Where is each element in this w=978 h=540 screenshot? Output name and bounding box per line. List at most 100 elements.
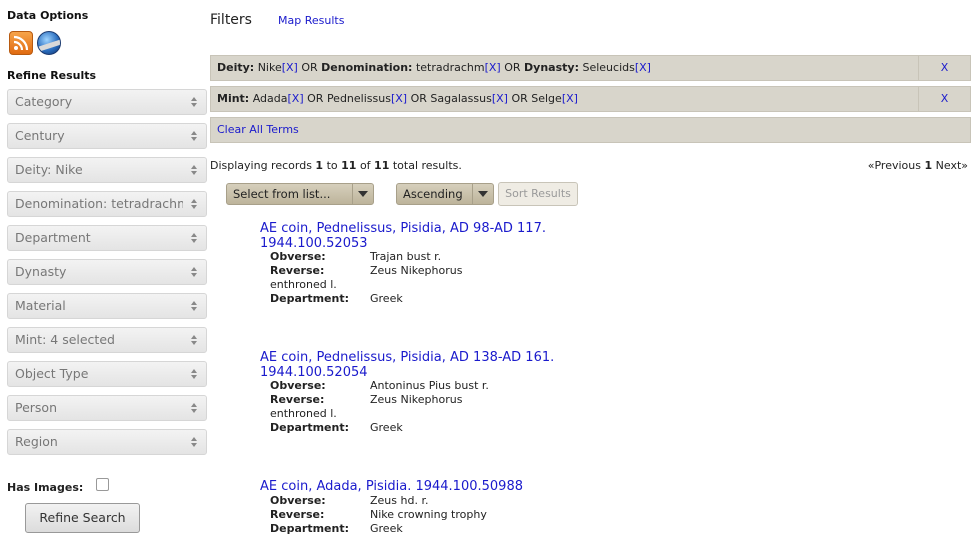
reverse-value-continued: enthroned l.	[270, 278, 337, 291]
department-value: Greek	[370, 292, 403, 305]
data-options-title: Data Options	[7, 9, 89, 22]
next-page-link[interactable]: Next»	[936, 159, 968, 172]
has-images-label: Has Images:	[7, 481, 84, 494]
or-separator: OR	[511, 92, 528, 105]
remove-filter-group-link[interactable]: X	[941, 92, 949, 105]
select-arrows-icon	[191, 369, 197, 379]
term-value: tetradrachm	[415, 61, 485, 74]
rss-feed-icon[interactable]	[9, 31, 33, 55]
dropdown-arrow-icon	[352, 184, 373, 204]
filters-heading: Filters	[210, 12, 252, 28]
facet-department-select[interactable]: Department	[7, 225, 207, 251]
reverse-label: Reverse:	[270, 393, 325, 406]
department-label: Department:	[270, 421, 349, 434]
facet-label: Person	[15, 400, 58, 415]
facet-label: Category	[15, 94, 73, 109]
facet-label: Century	[15, 128, 65, 143]
remove-filter-group-link[interactable]: X	[941, 61, 949, 74]
clear-terms-row: Clear All Terms	[210, 117, 971, 143]
current-page: 1	[924, 159, 933, 172]
previous-page-link[interactable]: «Previous	[868, 159, 921, 172]
facet-material-select[interactable]: Material	[7, 293, 207, 319]
select-arrows-icon	[191, 97, 197, 107]
reverse-value: Zeus Nikephorus	[370, 393, 463, 406]
results-count-suffix: total results.	[392, 159, 462, 172]
facet-deity-select[interactable]: Deity: Nike	[7, 157, 207, 183]
facet-label: Deity: Nike	[15, 162, 83, 177]
term-label: Dynasty:	[524, 61, 579, 74]
facet-label: Material	[15, 298, 66, 313]
or-separator: OR	[307, 92, 324, 105]
results-to-word: to	[326, 159, 338, 172]
facet-category-select[interactable]: Category	[7, 89, 207, 115]
filter-terms: Mint: Adada[X] OR Pednelissus[X] OR Saga…	[217, 87, 578, 111]
map-results-link[interactable]: Map Results	[278, 14, 344, 27]
facet-label: Mint: 4 selected	[15, 332, 115, 347]
term-label: Deity:	[217, 61, 255, 74]
results-of-word: of	[359, 159, 371, 172]
department-label: Department:	[270, 522, 349, 535]
remove-term-link[interactable]: [X]	[492, 92, 508, 105]
remove-term-link[interactable]: [X]	[635, 61, 651, 74]
facet-object-type-select[interactable]: Object Type	[7, 361, 207, 387]
obverse-value: Antoninus Pius bust r.	[370, 379, 489, 392]
facet-person-select[interactable]: Person	[7, 395, 207, 421]
facet-dynasty-select[interactable]: Dynasty	[7, 259, 207, 285]
term-value: Nike	[257, 61, 282, 74]
facet-mint-select[interactable]: Mint: 4 selected	[7, 327, 207, 353]
clear-all-terms-link[interactable]: Clear All Terms	[217, 123, 299, 136]
facet-denomination-select[interactable]: Denomination: tetradrachm	[7, 191, 207, 217]
facet-century-select[interactable]: Century	[7, 123, 207, 149]
remove-term-link[interactable]: [X]	[562, 92, 578, 105]
result-title-link[interactable]: AE coin, Adada, Pisidia. 1944.100.50988	[260, 479, 590, 495]
term-label: Denomination:	[321, 61, 413, 74]
dropdown-arrow-icon	[472, 184, 493, 204]
reverse-value: Zeus Nikephorus	[370, 264, 463, 277]
or-separator: OR	[301, 61, 318, 74]
sort-order-select[interactable]: Ascending	[396, 183, 494, 205]
term-value: Adada	[252, 92, 288, 105]
obverse-label: Obverse:	[270, 250, 326, 263]
reverse-value-continued: enthroned l.	[270, 407, 337, 420]
sidebar: Data Options Refine Results Category Cen…	[0, 0, 210, 540]
result-item: AE coin, Pednelissus, Pisidia, AD 98-AD …	[260, 221, 590, 312]
facet-label: Denomination: tetradrachm	[15, 196, 183, 211]
select-arrows-icon	[191, 267, 197, 277]
term-value: Sagalassus	[430, 92, 492, 105]
remove-term-link[interactable]: [X]	[282, 61, 298, 74]
results-count: Displaying records 1 to 11 of 11 total r…	[210, 159, 462, 172]
result-title-link[interactable]: AE coin, Pednelissus, Pisidia, AD 98-AD …	[260, 221, 590, 251]
obverse-label: Obverse:	[270, 379, 326, 392]
select-arrows-icon	[191, 301, 197, 311]
facet-region-select[interactable]: Region	[7, 429, 207, 455]
reverse-label: Reverse:	[270, 264, 325, 277]
main-content: Filters Map Results Deity: Nike[X] OR De…	[210, 0, 978, 540]
remove-term-link[interactable]: [X]	[485, 61, 501, 74]
select-arrows-icon	[191, 335, 197, 345]
select-arrows-icon	[191, 403, 197, 413]
results-to: 11	[341, 159, 357, 172]
sort-results-button[interactable]: Sort Results	[498, 182, 578, 206]
refine-search-button[interactable]: Refine Search	[25, 503, 140, 533]
facet-label: Region	[15, 434, 58, 449]
result-item: AE coin, Pednelissus, Pisidia, AD 138-AD…	[260, 350, 590, 441]
sort-field-select[interactable]: Select from list...	[226, 183, 374, 205]
select-arrows-icon	[191, 233, 197, 243]
has-images-checkbox[interactable]	[96, 478, 109, 491]
facet-label: Department	[15, 230, 91, 245]
result-title-link[interactable]: AE coin, Pednelissus, Pisidia, AD 138-AD…	[260, 350, 590, 380]
filter-terms: Deity: Nike[X] OR Denomination: tetradra…	[217, 56, 651, 80]
department-value: Greek	[370, 421, 403, 434]
select-arrows-icon	[191, 437, 197, 447]
filter-row-deity-denomination-dynasty: Deity: Nike[X] OR Denomination: tetradra…	[210, 55, 971, 81]
google-earth-icon[interactable]	[37, 31, 61, 55]
department-label: Department:	[270, 292, 349, 305]
term-value: Seleucids	[582, 61, 635, 74]
results-total: 11	[374, 159, 390, 172]
remove-term-link[interactable]: [X]	[288, 92, 304, 105]
select-arrows-icon	[191, 131, 197, 141]
remove-term-link[interactable]: [X]	[391, 92, 407, 105]
obverse-value: Zeus hd. r.	[370, 494, 429, 507]
pagination: «Previous 1 Next»	[868, 159, 968, 172]
or-separator: OR	[410, 92, 427, 105]
